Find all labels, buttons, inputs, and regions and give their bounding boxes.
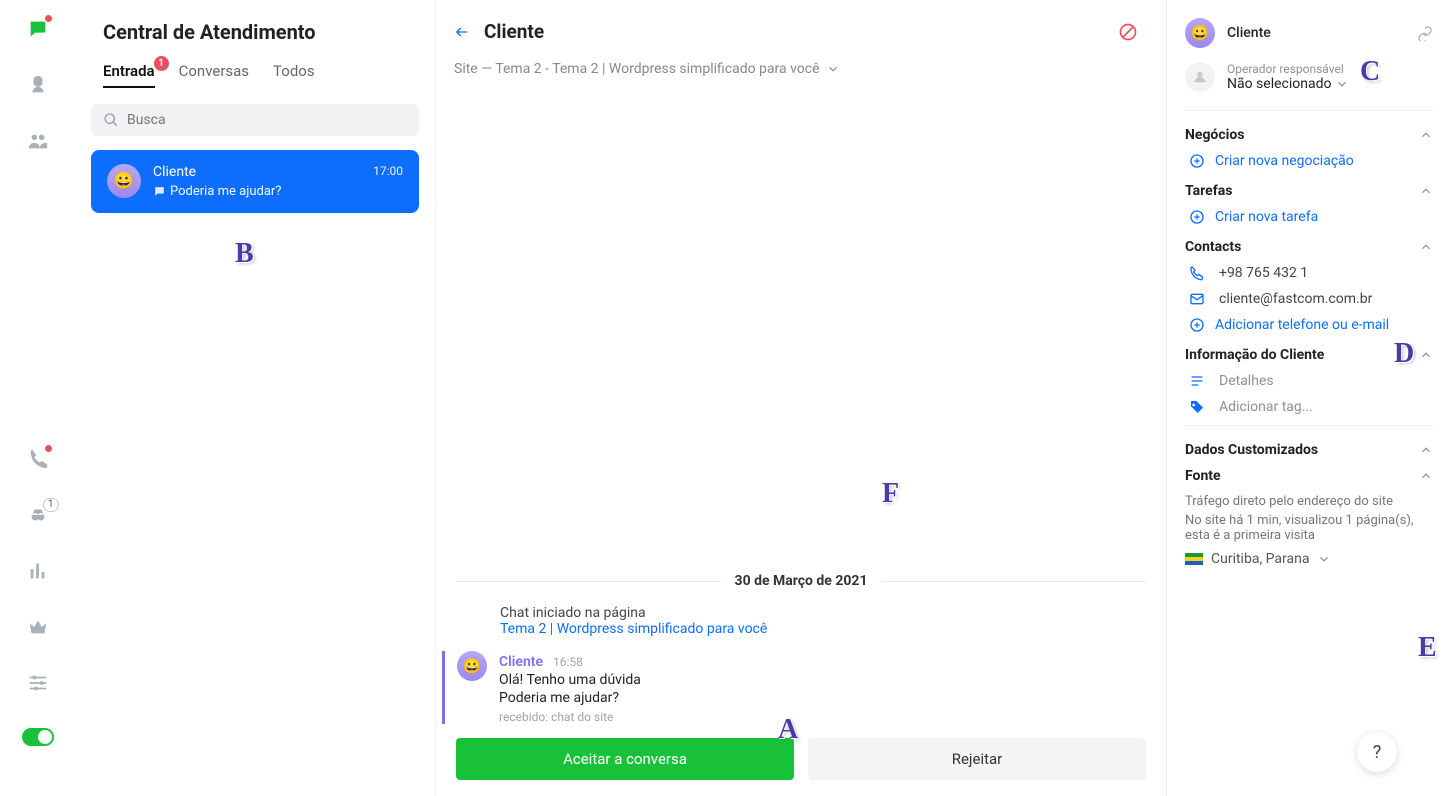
date-separator: 30 de Março de 2021 [456, 573, 1146, 589]
crown-icon[interactable] [27, 616, 49, 642]
search-input[interactable] [127, 112, 407, 128]
add-tag-link[interactable]: Adicionar tag... [1189, 399, 1433, 415]
stats-icon[interactable] [27, 560, 49, 586]
client-avatar: 😀 [107, 164, 141, 198]
message-meta: recebido: chat do site [499, 710, 641, 724]
details-client-name: Cliente [1227, 25, 1271, 41]
help-button[interactable]: ? [1357, 732, 1397, 772]
chat-item-preview: Poderia me ajudar? [170, 184, 281, 199]
people-icon[interactable] [27, 130, 49, 156]
conversation-title: Cliente [484, 20, 544, 43]
tab-inbox-label: Entrada [103, 62, 155, 80]
phone-icon[interactable] [27, 448, 49, 474]
system-message: Chat iniciado na página Tema 2 | Wordpre… [500, 605, 1146, 637]
message-author: Cliente [499, 654, 543, 670]
tab-inbox-count: 1 [154, 56, 169, 71]
operator-avatar-placeholder [1185, 62, 1215, 92]
operator-select[interactable]: Não selecionado [1227, 76, 1349, 92]
accept-button[interactable]: Aceitar a conversa [456, 738, 794, 780]
operator-label: Operador responsável [1227, 62, 1349, 76]
section-custom[interactable]: Dados Customizados [1185, 442, 1433, 458]
section-tarefas[interactable]: Tarefas [1185, 183, 1433, 199]
message-time: 16:58 [553, 655, 583, 669]
chat-item-time: 17:00 [373, 164, 403, 180]
source-breadcrumb[interactable]: Site — Tema 2 - Tema 2 | Wordpress simpl… [454, 61, 1138, 77]
tab-inbox[interactable]: Entrada 1 [103, 62, 155, 88]
inbox-title: Central de Atendimento [103, 20, 419, 44]
online-toggle[interactable] [22, 728, 54, 746]
section-contacts[interactable]: Contacts [1185, 239, 1433, 255]
details-avatar: 😀 [1185, 18, 1215, 48]
message-avatar: 😀 [457, 651, 487, 681]
binoculars-icon[interactable]: 1 [27, 504, 49, 530]
source-line-2: No site há 1 min, visualizou 1 página(s)… [1185, 513, 1433, 543]
section-negocios[interactable]: Negócios [1185, 127, 1433, 143]
system-message-link[interactable]: Tema 2 | Wordpress simplificado para voc… [500, 621, 767, 637]
location[interactable]: Curitiba, Parana [1185, 551, 1433, 567]
app-logo-icon[interactable] [27, 18, 49, 44]
back-arrow-icon[interactable] [454, 24, 470, 40]
section-clientinfo[interactable]: Informação do Cliente [1185, 347, 1433, 363]
search-box[interactable] [91, 104, 419, 136]
tab-conversas[interactable]: Conversas [179, 62, 249, 88]
create-deal-link[interactable]: Criar nova negociação [1189, 153, 1433, 169]
chat-item-name: Cliente [153, 164, 196, 180]
block-icon[interactable] [1118, 22, 1138, 42]
source-line-1: Tráfego direto pelo endereço do site [1185, 494, 1433, 509]
reject-button[interactable]: Rejeitar [808, 738, 1146, 780]
section-fonte[interactable]: Fonte [1185, 468, 1433, 484]
message-text-1: Olá! Tenho uma dúvida [499, 672, 641, 688]
add-contact-link[interactable]: Adicionar telefone ou e-mail [1189, 317, 1433, 333]
details-link[interactable]: Detalhes [1189, 373, 1433, 389]
create-task-link[interactable]: Criar nova tarefa [1189, 209, 1433, 225]
contact-phone[interactable]: +98 765 432 1 [1189, 265, 1433, 281]
settings-icon[interactable] [27, 672, 49, 698]
link-icon[interactable] [1417, 25, 1433, 41]
contact-email[interactable]: cliente@fastcom.com.br [1189, 291, 1433, 307]
agent-icon[interactable] [27, 74, 49, 100]
chat-list-item[interactable]: 😀 Cliente 17:00 Poderia me ajudar? [91, 150, 419, 213]
brazil-flag-icon [1185, 553, 1203, 565]
message-text-2: Poderia me ajudar? [499, 690, 641, 706]
tab-todos[interactable]: Todos [273, 62, 315, 88]
chat-message: 😀 Cliente 16:58 Olá! Tenho uma dúvida Po… [442, 651, 1146, 724]
